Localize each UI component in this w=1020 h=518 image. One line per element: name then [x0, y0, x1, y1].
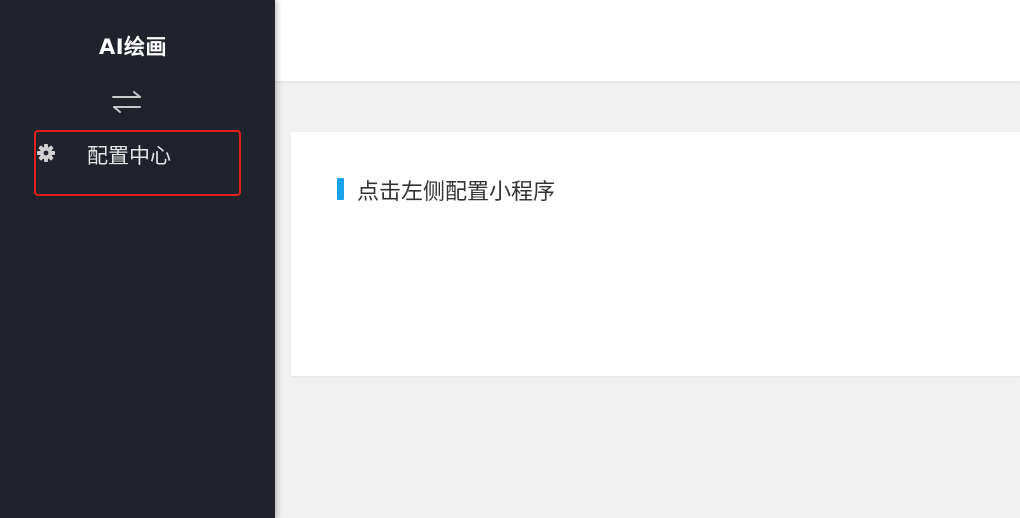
sidebar: AI绘画 配置中心	[0, 0, 275, 518]
app-window: AI绘画 配置中心 点击左侧配置小程序	[0, 0, 1020, 518]
content-card: 点击左侧配置小程序	[291, 132, 1020, 376]
top-bar	[266, 0, 1020, 81]
app-title: AI绘画	[98, 35, 168, 59]
heading-accent-bar	[337, 178, 344, 200]
sidebar-item-label: 配置中心	[87, 144, 171, 168]
gear-icon	[36, 143, 56, 163]
card-heading: 点击左侧配置小程序	[357, 180, 556, 205]
sidebar-header: AI绘画	[0, 0, 266, 82]
swap-arrows-icon[interactable]	[110, 88, 144, 118]
sidebar-item-config-center[interactable]: 配置中心	[34, 130, 241, 196]
